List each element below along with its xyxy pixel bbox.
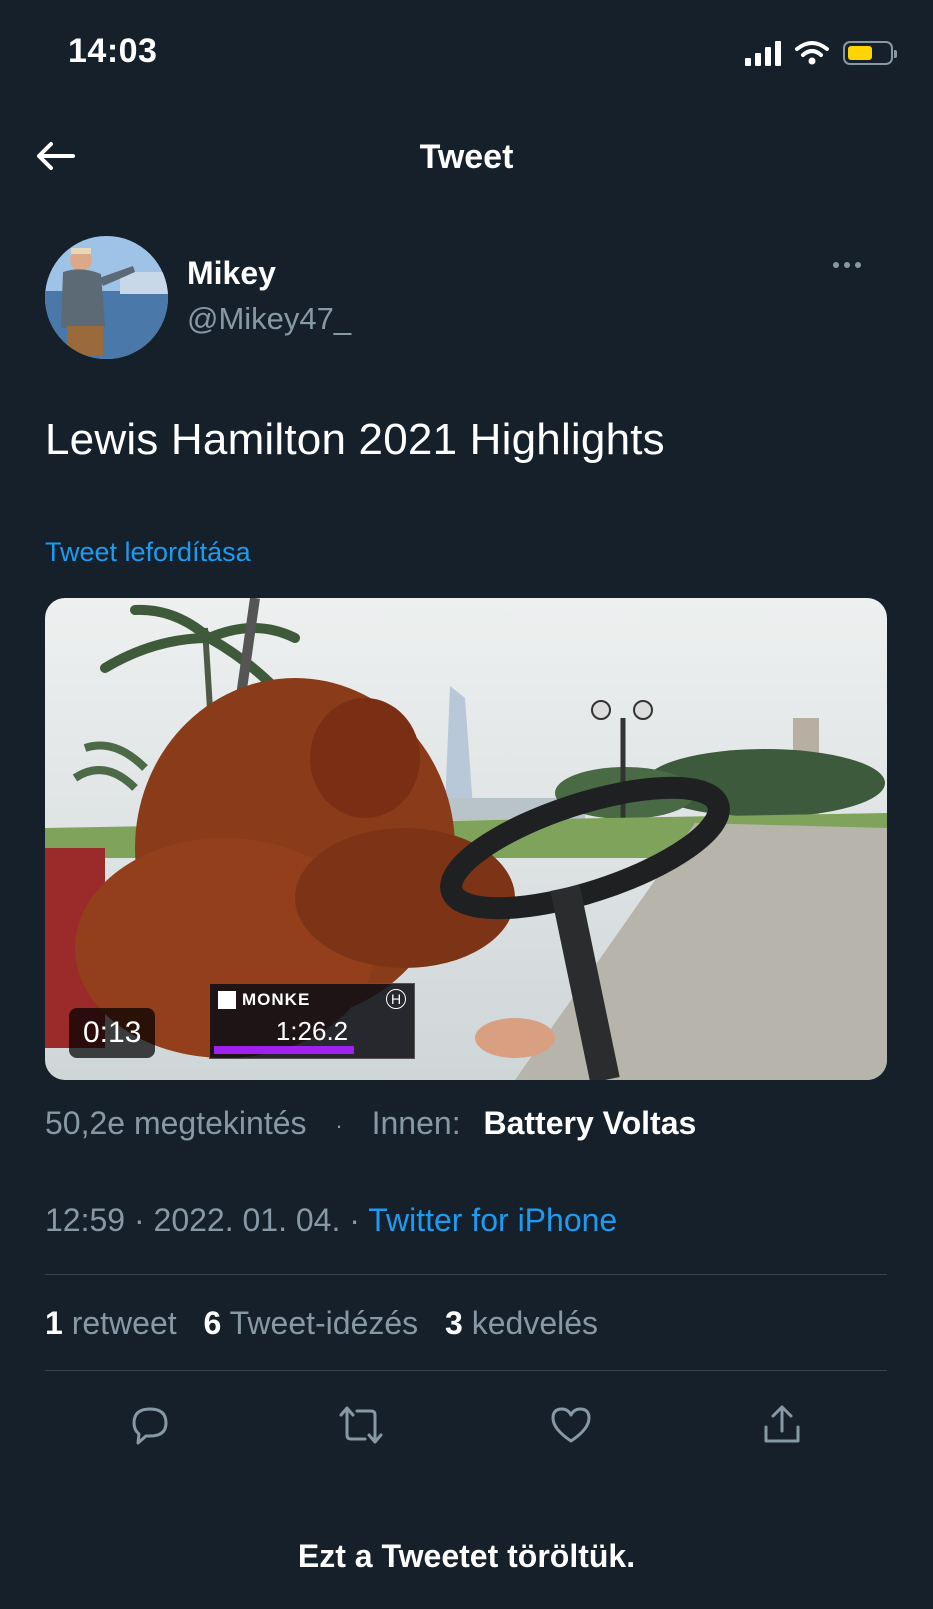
translate-tweet-link[interactable]: Tweet lefordítása [45, 537, 251, 568]
view-count: 50,2e megtekintés [45, 1105, 307, 1141]
lap-time-overlay: Monke H 1:26.2 [209, 983, 415, 1059]
overlay-progress-bar [214, 1046, 354, 1054]
divider [45, 1370, 887, 1371]
tweet-timestamp: 12:59 · 2022. 01. 04. · [45, 1202, 360, 1238]
wifi-icon [795, 41, 829, 65]
video-thumbnail [45, 598, 887, 1080]
share-button[interactable] [754, 1397, 810, 1453]
retweet-stat[interactable]: 1 retweet [45, 1305, 177, 1341]
author-handle[interactable]: @Mikey47_ [187, 301, 351, 337]
action-bar [45, 1397, 887, 1453]
engagement-stats: 1 retweet 6 Tweet-idézés 3 kedvelés [45, 1305, 598, 1342]
overlay-team-badge: H [386, 989, 406, 1009]
deleted-notice: Ezt a Tweetet töröltük. [297, 1538, 636, 1574]
source-label: Innen: [371, 1105, 461, 1141]
overlay-lap-time: 1:26.2 [275, 1016, 349, 1046]
status-time: 14:03 [68, 32, 158, 70]
like-icon [551, 1407, 591, 1443]
separator: · [335, 1112, 343, 1138]
video-duration-badge: 0:13 [69, 1008, 156, 1058]
cellular-signal-icon [745, 40, 781, 66]
author-name[interactable]: Mikey [187, 255, 276, 292]
avatar-image [45, 236, 168, 359]
quote-stat[interactable]: 6 Tweet-idézés [204, 1305, 419, 1341]
status-icons [745, 40, 897, 66]
tweet-text: Lewis Hamilton 2021 Highlights [45, 415, 665, 464]
avatar[interactable] [45, 236, 168, 359]
battery-icon [843, 41, 897, 65]
divider [45, 1274, 887, 1275]
reply-icon [132, 1407, 168, 1445]
more-horizontal-icon [833, 262, 839, 268]
source-name[interactable]: Battery Voltas [483, 1105, 696, 1141]
reply-button[interactable] [122, 1397, 178, 1453]
more-options-button[interactable] [833, 262, 861, 268]
page-title: Tweet [419, 138, 514, 176]
like-button[interactable] [543, 1397, 599, 1453]
timestamp-row: 12:59 · 2022. 01. 04. · Twitter for iPho… [45, 1202, 617, 1239]
views-row: 50,2e megtekintés · Innen: Battery Volta… [45, 1105, 696, 1142]
share-icon [764, 1405, 800, 1443]
tweet-video[interactable]: Monke H 1:26.2 0:13 [45, 598, 887, 1080]
retweet-button[interactable] [333, 1397, 389, 1453]
like-stat[interactable]: 3 kedvelés [445, 1305, 598, 1341]
retweet-icon [339, 1406, 383, 1444]
client-link[interactable]: Twitter for iPhone [368, 1202, 617, 1238]
overlay-driver-name: Monke [242, 990, 311, 1009]
